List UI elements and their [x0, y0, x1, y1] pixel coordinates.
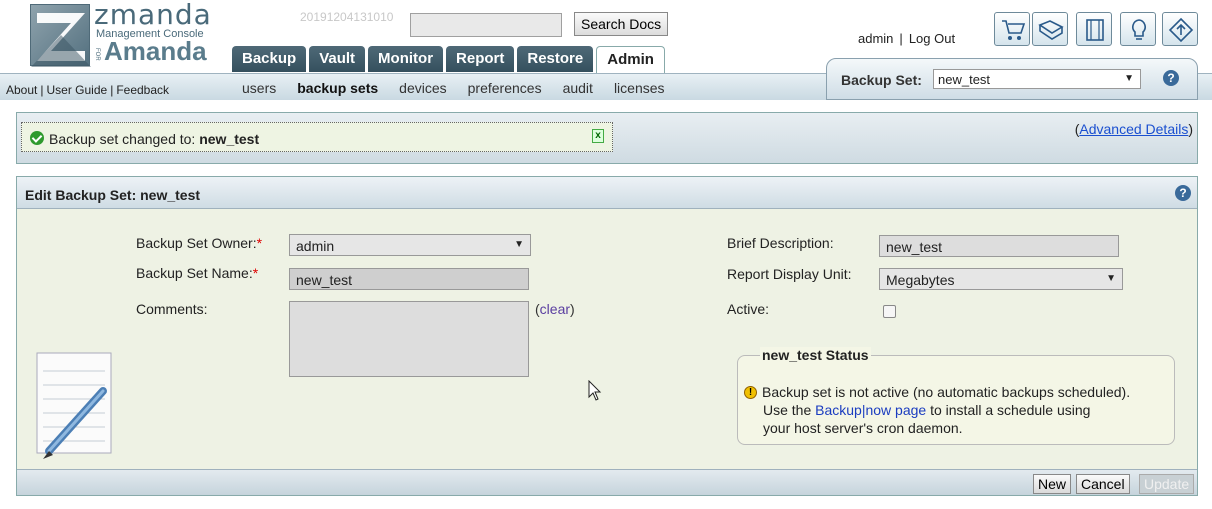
main-tabs: Backup Vault Monitor Report Restore Admi…	[232, 46, 668, 74]
zmanda-logo[interactable]: zmanda Management Console FOR Amanda	[30, 0, 230, 70]
form-actions: New Cancel Update	[17, 469, 1197, 495]
advanced-details: (Advanced Details)	[1075, 121, 1193, 137]
book-icon[interactable]	[1032, 12, 1068, 46]
logo-product: Amanda	[104, 36, 207, 66]
chevron-down-icon: ▼	[1124, 73, 1134, 84]
description-label: Brief Description:	[727, 235, 834, 251]
header: zmanda Management Console FOR Amanda 201…	[0, 0, 1212, 100]
new-button[interactable]: New	[1033, 474, 1072, 494]
backup-set-label: Backup Set:	[841, 72, 922, 88]
name-label: Backup Set Name:*	[136, 265, 258, 281]
required-mark: *	[256, 235, 263, 251]
backup-set-select[interactable]: new_test ▼	[933, 69, 1141, 89]
owner-label-text: Backup Set Owner:	[136, 235, 257, 251]
backup-set-selector: Backup Set: new_test ▼ ?	[826, 58, 1198, 100]
owner-value: admin	[296, 238, 335, 254]
help-links: About | User Guide | Feedback	[6, 83, 169, 97]
close-icon[interactable]: x	[592, 129, 604, 143]
tab-report[interactable]: Report	[446, 46, 515, 72]
update-button[interactable]: Update	[1139, 474, 1195, 494]
owner-select[interactable]: admin ▼	[289, 234, 531, 256]
message-backup-set-name: new_test	[199, 131, 260, 147]
subnav-users[interactable]: users	[242, 80, 276, 96]
lightbulb-icon[interactable]	[1120, 12, 1156, 46]
cancel-button[interactable]: Cancel	[1076, 474, 1130, 494]
page-title: Edit Backup Set: new_test	[25, 187, 201, 203]
status-line-1: Backup set is not active (no automatic b…	[762, 384, 1131, 400]
active-checkbox[interactable]	[883, 305, 896, 318]
backup-set-name-field[interactable]: new_test	[289, 268, 529, 290]
status-line-3: your host server's cron daemon.	[763, 420, 963, 436]
message-text: Backup set changed to: new_test	[49, 131, 259, 147]
logo-brand: zmanda	[94, 0, 212, 31]
user-guide-link[interactable]: User Guide	[46, 83, 107, 97]
subnav-audit[interactable]: audit	[563, 80, 593, 96]
message-bar: Backup set changed to: new_test x (Advan…	[16, 112, 1198, 164]
chevron-down-icon: ▼	[1106, 273, 1116, 284]
warning-icon: !	[744, 386, 757, 399]
paren-close: )	[570, 301, 575, 317]
brief-description-field[interactable]: new_test	[879, 235, 1119, 257]
edit-backup-set-panel: Edit Backup Set: new_test ? Backup Set O…	[16, 176, 1198, 496]
unit-label: Report Display Unit:	[727, 266, 852, 282]
help-separator: |	[40, 83, 44, 97]
film-icon[interactable]	[1076, 12, 1112, 46]
help-icon[interactable]: ?	[1175, 185, 1191, 201]
status-line-2-prefix: Use the	[763, 402, 816, 418]
backup-set-value: new_test	[938, 72, 991, 87]
tab-backup[interactable]: Backup	[232, 46, 307, 72]
unit-value: Megabytes	[886, 272, 955, 288]
mouse-cursor-icon	[588, 379, 602, 405]
success-message: Backup set changed to: new_test x	[21, 122, 613, 152]
search-docs-input[interactable]	[410, 13, 562, 37]
message-prefix: Backup set changed to:	[49, 131, 200, 147]
panel-header: Edit Backup Set: new_test ?	[17, 177, 1197, 209]
active-label: Active:	[727, 301, 770, 317]
status-line-2: Use the Backup|now page to install a sch…	[763, 402, 1090, 418]
subnav-licenses[interactable]: licenses	[614, 80, 665, 96]
display-unit-select[interactable]: Megabytes ▼	[879, 268, 1123, 290]
help-icon[interactable]: ?	[1163, 70, 1179, 86]
backup-now-link[interactable]: Backup|now page	[815, 402, 926, 418]
logout-link[interactable]: Log Out	[909, 31, 955, 46]
status-legend: new_test Status	[760, 347, 871, 363]
subnav-preferences[interactable]: preferences	[468, 80, 542, 96]
sign-icon[interactable]	[1162, 12, 1198, 46]
logo-for: FOR	[94, 48, 100, 61]
subnav-backup-sets[interactable]: backup sets	[297, 80, 378, 96]
name-label-text: Backup Set Name:	[136, 265, 253, 281]
search-docs-button[interactable]: Search Docs	[574, 12, 669, 36]
clear-link[interactable]: clear	[540, 301, 570, 317]
check-icon	[30, 131, 44, 145]
comments-textarea[interactable]	[289, 301, 529, 377]
required-mark: *	[252, 265, 259, 281]
backup-set-status: new_test Status ! Backup set is not acti…	[737, 347, 1175, 445]
tab-vault[interactable]: Vault	[309, 46, 366, 72]
advanced-details-link[interactable]: Advanced Details	[1079, 121, 1188, 137]
user-separator: |	[899, 31, 903, 46]
z-logo-icon	[30, 4, 91, 67]
owner-label: Backup Set Owner:*	[136, 235, 262, 251]
notepad-icon	[35, 351, 113, 461]
chevron-down-icon: ▼	[514, 239, 524, 250]
comments-label: Comments:	[136, 301, 208, 317]
tab-monitor[interactable]: Monitor	[368, 46, 444, 72]
username-link[interactable]: admin	[858, 31, 893, 46]
about-link[interactable]: About	[6, 83, 37, 97]
tab-admin[interactable]: Admin	[596, 46, 665, 74]
feedback-link[interactable]: Feedback	[116, 83, 169, 97]
help-separator: |	[110, 83, 114, 97]
tab-restore[interactable]: Restore	[517, 46, 594, 72]
user-links: admin | Log Out	[858, 31, 955, 46]
paren-close: )	[1188, 121, 1193, 137]
clear-comments: (clear)	[535, 301, 575, 317]
subnav-devices[interactable]: devices	[399, 80, 446, 96]
cart-icon[interactable]	[994, 12, 1030, 46]
build-timestamp: 20191204131010	[300, 10, 394, 24]
admin-subnav: users backup sets devices preferences au…	[242, 80, 686, 96]
status-line-2-suffix: to install a schedule using	[926, 402, 1091, 418]
